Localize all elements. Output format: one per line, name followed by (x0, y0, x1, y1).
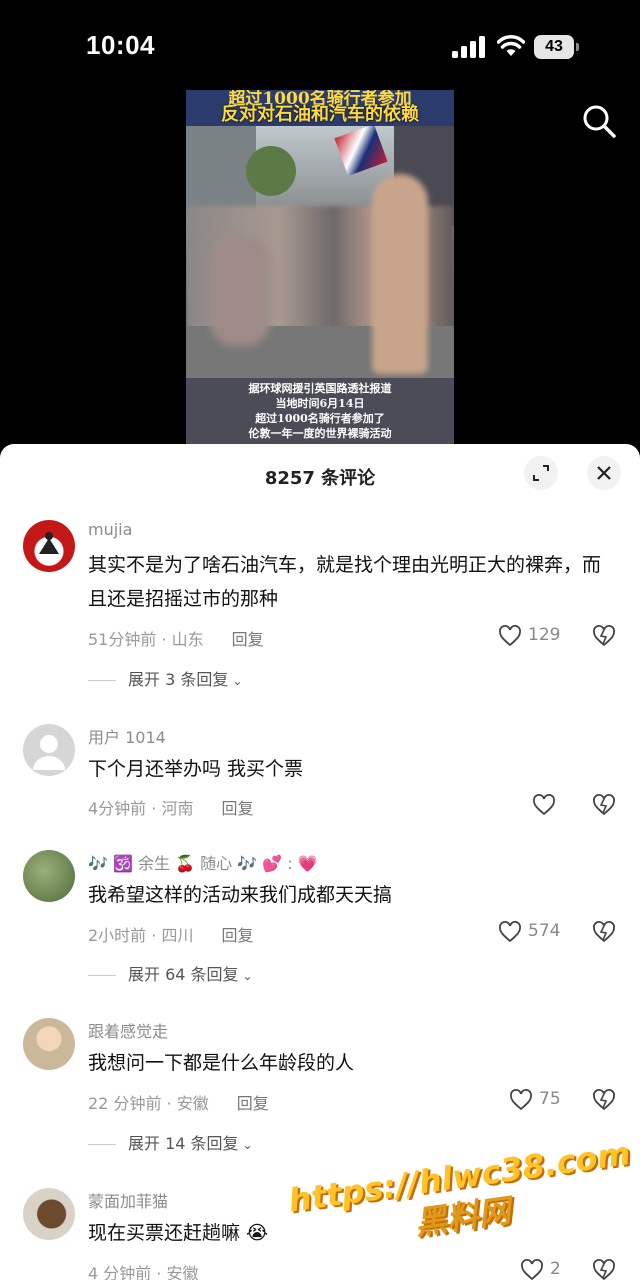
status-bar: 10:04 43 (0, 0, 640, 90)
like-button[interactable]: 129 (498, 624, 578, 650)
search-icon[interactable] (580, 102, 618, 140)
comment-text: 我想问一下都是什么年龄段的人 (88, 1052, 355, 1074)
dislike-heart-icon (593, 921, 615, 943)
caption-bottom-line: 超过1000名骑行者参加了 (255, 412, 385, 425)
expand-replies-button[interactable]: 展开 14 条回复 ⌄ (88, 1130, 253, 1154)
chevron-down-icon: ⌄ (242, 1138, 253, 1152)
close-button[interactable] (587, 456, 621, 490)
comment-username[interactable]: 🎶 🕉️ 余生 🍒 随心 🎶 💕 : 💗 (88, 850, 318, 874)
comment-text: 我希望这样的活动来我们成都天天搞 (88, 884, 393, 906)
reply-button[interactable]: 回复 (232, 630, 264, 649)
comment-meta: 4 分钟前 · 安徽 (88, 1260, 199, 1280)
heart-icon (499, 921, 521, 943)
heart-icon (499, 625, 521, 647)
expand-button[interactable] (524, 456, 558, 490)
expand-replies-label: 展开 14 条回复 (128, 1134, 239, 1153)
battery-level: 43 (534, 35, 574, 59)
like-count: 574 (528, 921, 561, 941)
chevron-down-icon: ⌄ (232, 674, 243, 688)
comment-meta: 22 分钟前 · 安徽 回复 (88, 1090, 269, 1114)
comment-username[interactable]: mujia (88, 520, 132, 539)
comment-meta: 51分钟前 · 山东 回复 (88, 626, 264, 650)
like-count: 75 (539, 1089, 561, 1109)
expand-replies-button[interactable]: 展开 64 条回复 ⌄ (88, 961, 253, 985)
comment-time-location: 22 分钟前 · 安徽 (88, 1094, 209, 1113)
comment-username[interactable]: 跟着感觉走 (88, 1018, 168, 1042)
signal-icon (452, 36, 485, 58)
flag-image (334, 124, 388, 176)
comment-text: 下个月还举办吗 我买个票 (88, 758, 304, 780)
comment-time-location: 4 分钟前 · 安徽 (88, 1264, 199, 1280)
dislike-button[interactable] (591, 624, 617, 650)
comment-username[interactable]: 用户 1014 (88, 724, 166, 748)
like-button[interactable]: 2 (520, 1258, 600, 1280)
dislike-heart-icon (593, 1259, 615, 1280)
close-icon (597, 466, 611, 480)
battery-icon: 43 (534, 35, 580, 59)
reply-button[interactable]: 回复 (221, 799, 253, 818)
status-time: 10:04 (86, 30, 155, 60)
comment-time-location: 4分钟前 · 河南 (88, 799, 194, 818)
chevron-down-icon: ⌄ (242, 969, 253, 983)
caption-bottom-line: 据环球网援引英国路透社报道 (248, 382, 392, 395)
dislike-button[interactable] (591, 793, 617, 819)
expand-replies-label: 展开 64 条回复 (128, 965, 239, 984)
expand-replies-button[interactable]: 展开 3 条回复 ⌄ (88, 666, 242, 690)
avatar[interactable] (23, 724, 75, 776)
dislike-button[interactable] (591, 1088, 617, 1114)
comment-text: 其实不是为了啥石油汽车，就是找个理由光明正大的裸奔，而且还是招摇过市的那种 (88, 554, 602, 610)
dislike-button[interactable] (591, 1258, 617, 1280)
heart-icon (521, 1259, 543, 1280)
caption-line-2: 反对对石油和汽车的依赖 (221, 104, 419, 125)
avatar[interactable] (23, 1018, 75, 1070)
like-button[interactable]: 75 (509, 1088, 589, 1114)
reply-button[interactable]: 回复 (221, 926, 253, 945)
caption-bottom-line: 伦敦一年一度的世界裸骑活动 (248, 427, 392, 440)
video-bottom-caption: 据环球网援引英国路透社报道 当地时间6月14日 超过1000名骑行者参加了 伦敦… (186, 378, 454, 448)
like-button[interactable]: 574 (498, 920, 578, 946)
dislike-heart-icon (593, 794, 615, 816)
video-top-caption: 超过1000名骑行者参加 反对对石油和汽车的依赖 (186, 90, 454, 126)
expand-replies-label: 展开 3 条回复 (128, 670, 229, 689)
comment-time-location: 2小时前 · 四川 (88, 926, 194, 945)
video-frame (186, 124, 454, 378)
comment-username[interactable]: 蒙面加菲猫 (88, 1188, 168, 1212)
heart-icon (533, 794, 555, 816)
reply-button[interactable]: 回复 (237, 1094, 269, 1113)
expand-icon (533, 465, 549, 481)
wifi-icon (497, 35, 525, 56)
dislike-heart-icon (593, 625, 615, 647)
comment-time-location: 51分钟前 · 山东 (88, 630, 204, 649)
comment-meta: 4分钟前 · 河南 回复 (88, 795, 253, 819)
avatar[interactable] (23, 850, 75, 902)
like-count: 129 (528, 625, 561, 645)
heart-icon (510, 1089, 532, 1111)
caption-bottom-line: 当地时间6月14日 (275, 397, 365, 410)
dislike-heart-icon (593, 1089, 615, 1111)
dislike-button[interactable] (591, 920, 617, 946)
avatar[interactable] (23, 520, 75, 572)
like-count: 2 (550, 1259, 561, 1279)
comment-meta: 2小时前 · 四川 回复 (88, 922, 253, 946)
video-player[interactable]: 超过1000名骑行者参加 反对对石油和汽车的依赖 据环球网援引英国路透社报道 当… (186, 90, 454, 448)
avatar[interactable] (23, 1188, 75, 1240)
